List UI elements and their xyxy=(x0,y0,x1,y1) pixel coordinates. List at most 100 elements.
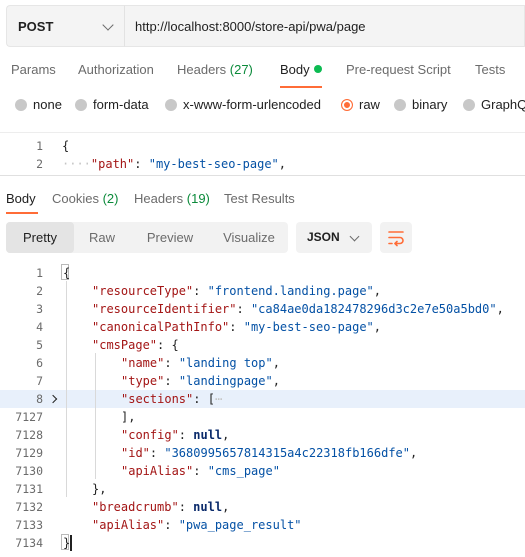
code-line: "cmsPage": { xyxy=(92,338,179,352)
code-line: "apiAlias": "cms_page" xyxy=(121,464,280,478)
line-number: 2 xyxy=(36,284,43,298)
code-line: "resourceIdentifier": "ca84ae0da18247829… xyxy=(92,302,504,316)
json-value: "my-best-seo-page" xyxy=(148,157,279,171)
json-value: "ca84ae0da182478296d3c2e7e50a5bd0" xyxy=(250,302,497,316)
radio-graphql[interactable]: GraphQ xyxy=(463,97,525,112)
request-bar: POST http://localhost:8000/store-api/pwa… xyxy=(6,5,525,47)
tab-cookies-label: Cookies xyxy=(52,191,99,206)
code-line: "type": "landingpage", xyxy=(121,374,280,388)
text-cursor xyxy=(70,535,72,551)
json-value: null xyxy=(193,500,223,514)
url-input[interactable]: http://localhost:8000/store-api/pwa/page xyxy=(124,5,525,47)
json-key: "type" xyxy=(121,374,165,388)
body-type-selector: none form-data x-www-form-urlencoded raw… xyxy=(0,94,525,118)
json-comma: , xyxy=(373,284,382,298)
radio-binary[interactable]: binary xyxy=(394,97,447,112)
tab-body-label: Body xyxy=(280,62,310,77)
json-value: "cms_page" xyxy=(207,464,280,478)
code-line: { xyxy=(62,139,70,153)
line-number: 4 xyxy=(36,320,43,334)
radio-none[interactable]: none xyxy=(15,97,62,112)
json-key: "breadcrumb" xyxy=(92,500,179,514)
line-number: 7129 xyxy=(15,446,43,460)
line-number: 2 xyxy=(36,157,43,171)
tab-cookies[interactable]: Cookies (2) xyxy=(52,191,118,206)
view-visualize-button[interactable]: Visualize xyxy=(210,222,288,253)
code-line: "resourceType": "frontend.landing.page", xyxy=(92,284,382,298)
view-pretty-button[interactable]: Pretty xyxy=(6,222,74,253)
indent-guide xyxy=(95,353,96,479)
radio-form-data[interactable]: form-data xyxy=(75,97,149,112)
wrap-lines-button[interactable] xyxy=(380,222,412,253)
request-body-editor[interactable]: 1 { 2 ····"path": "my-best-seo-page", xyxy=(0,132,525,176)
json-value: "frontend.landing.page" xyxy=(207,284,374,298)
method-select[interactable]: POST xyxy=(6,5,124,47)
tab-response-headers-label: Headers xyxy=(134,191,184,206)
radio-none-label: none xyxy=(33,97,62,112)
json-value: "3680995657814315a4c22318fb166dfe" xyxy=(164,446,410,460)
radio-selected-icon xyxy=(341,98,353,111)
method-label: POST xyxy=(18,18,54,34)
tab-tests[interactable]: Tests xyxy=(475,62,505,77)
json-colon: : xyxy=(134,157,149,171)
tab-params[interactable]: Params xyxy=(11,62,56,77)
line-number: 7130 xyxy=(15,464,43,478)
radio-raw[interactable]: raw xyxy=(341,97,380,112)
radio-binary-label: binary xyxy=(412,97,448,112)
line-number: 6 xyxy=(36,356,43,370)
tab-headers[interactable]: Headers (27) xyxy=(177,62,253,77)
radio-icon xyxy=(165,98,177,111)
line-number: 7134 xyxy=(15,536,43,550)
tab-test-results[interactable]: Test Results xyxy=(224,191,295,206)
json-comma: , xyxy=(373,320,382,334)
line-number: 1 xyxy=(36,266,43,280)
json-key: "cmsPage" xyxy=(92,338,158,352)
radio-icon xyxy=(75,98,87,111)
json-key: "apiAlias" xyxy=(92,518,165,532)
code-line: ], xyxy=(121,410,136,424)
json-value: [ xyxy=(207,392,215,406)
code-line: "canonicalPathInfo": "my-best-seo-page", xyxy=(92,320,382,334)
tab-headers-count: (27) xyxy=(229,62,253,77)
json-comma: , xyxy=(278,157,286,171)
radio-raw-label: raw xyxy=(359,97,380,112)
json-value: "landingpage" xyxy=(178,374,273,388)
json-comma: , xyxy=(222,500,230,514)
json-comma: , xyxy=(410,446,418,460)
json-value: "my-best-seo-page" xyxy=(243,320,374,334)
json-value: "landing top" xyxy=(178,356,273,370)
view-raw-button[interactable]: Raw xyxy=(74,222,130,253)
indent-guide xyxy=(66,281,67,497)
json-key: "apiAlias" xyxy=(121,464,194,478)
chevron-down-icon xyxy=(102,19,114,31)
line-number: 5 xyxy=(36,338,43,352)
view-preview-button[interactable]: Preview xyxy=(130,222,210,253)
response-body-editor[interactable]: 1 { 2 "resourceType": "frontend.landing.… xyxy=(0,263,525,557)
radio-icon xyxy=(394,98,406,111)
tab-cookies-count: (2) xyxy=(102,191,119,206)
modified-dot-icon xyxy=(313,65,322,73)
tab-prerequest-script[interactable]: Pre-request Script xyxy=(346,62,451,77)
format-select[interactable]: JSON xyxy=(296,222,372,253)
view-mode-group: Pretty Raw Preview Visualize xyxy=(6,222,288,253)
line-number: 8 xyxy=(36,392,43,406)
tab-response-headers[interactable]: Headers (19) xyxy=(134,191,210,206)
tab-response-body[interactable]: Body xyxy=(6,191,36,206)
radio-urlencoded-label: x-www-form-urlencoded xyxy=(183,97,321,112)
radio-urlencoded[interactable]: x-www-form-urlencoded xyxy=(165,97,321,112)
active-tab-indicator xyxy=(6,212,38,214)
json-key: "config" xyxy=(121,428,179,442)
tab-authorization[interactable]: Authorization xyxy=(78,62,154,77)
radio-icon xyxy=(15,98,27,111)
line-number: 7132 xyxy=(15,500,43,514)
response-tabs: Body Cookies (2) Headers (19) Test Resul… xyxy=(0,186,525,214)
line-number: 7 xyxy=(36,374,43,388)
collapsed-ellipsis[interactable]: ⋯ xyxy=(215,392,222,406)
code-line: }, xyxy=(92,482,107,496)
tab-body[interactable]: Body xyxy=(280,62,322,77)
json-comma: , xyxy=(496,302,504,316)
line-number: 1 xyxy=(36,139,43,153)
format-label: JSON xyxy=(307,230,340,244)
json-comma: , xyxy=(222,428,230,442)
wrap-lines-icon xyxy=(388,231,404,247)
